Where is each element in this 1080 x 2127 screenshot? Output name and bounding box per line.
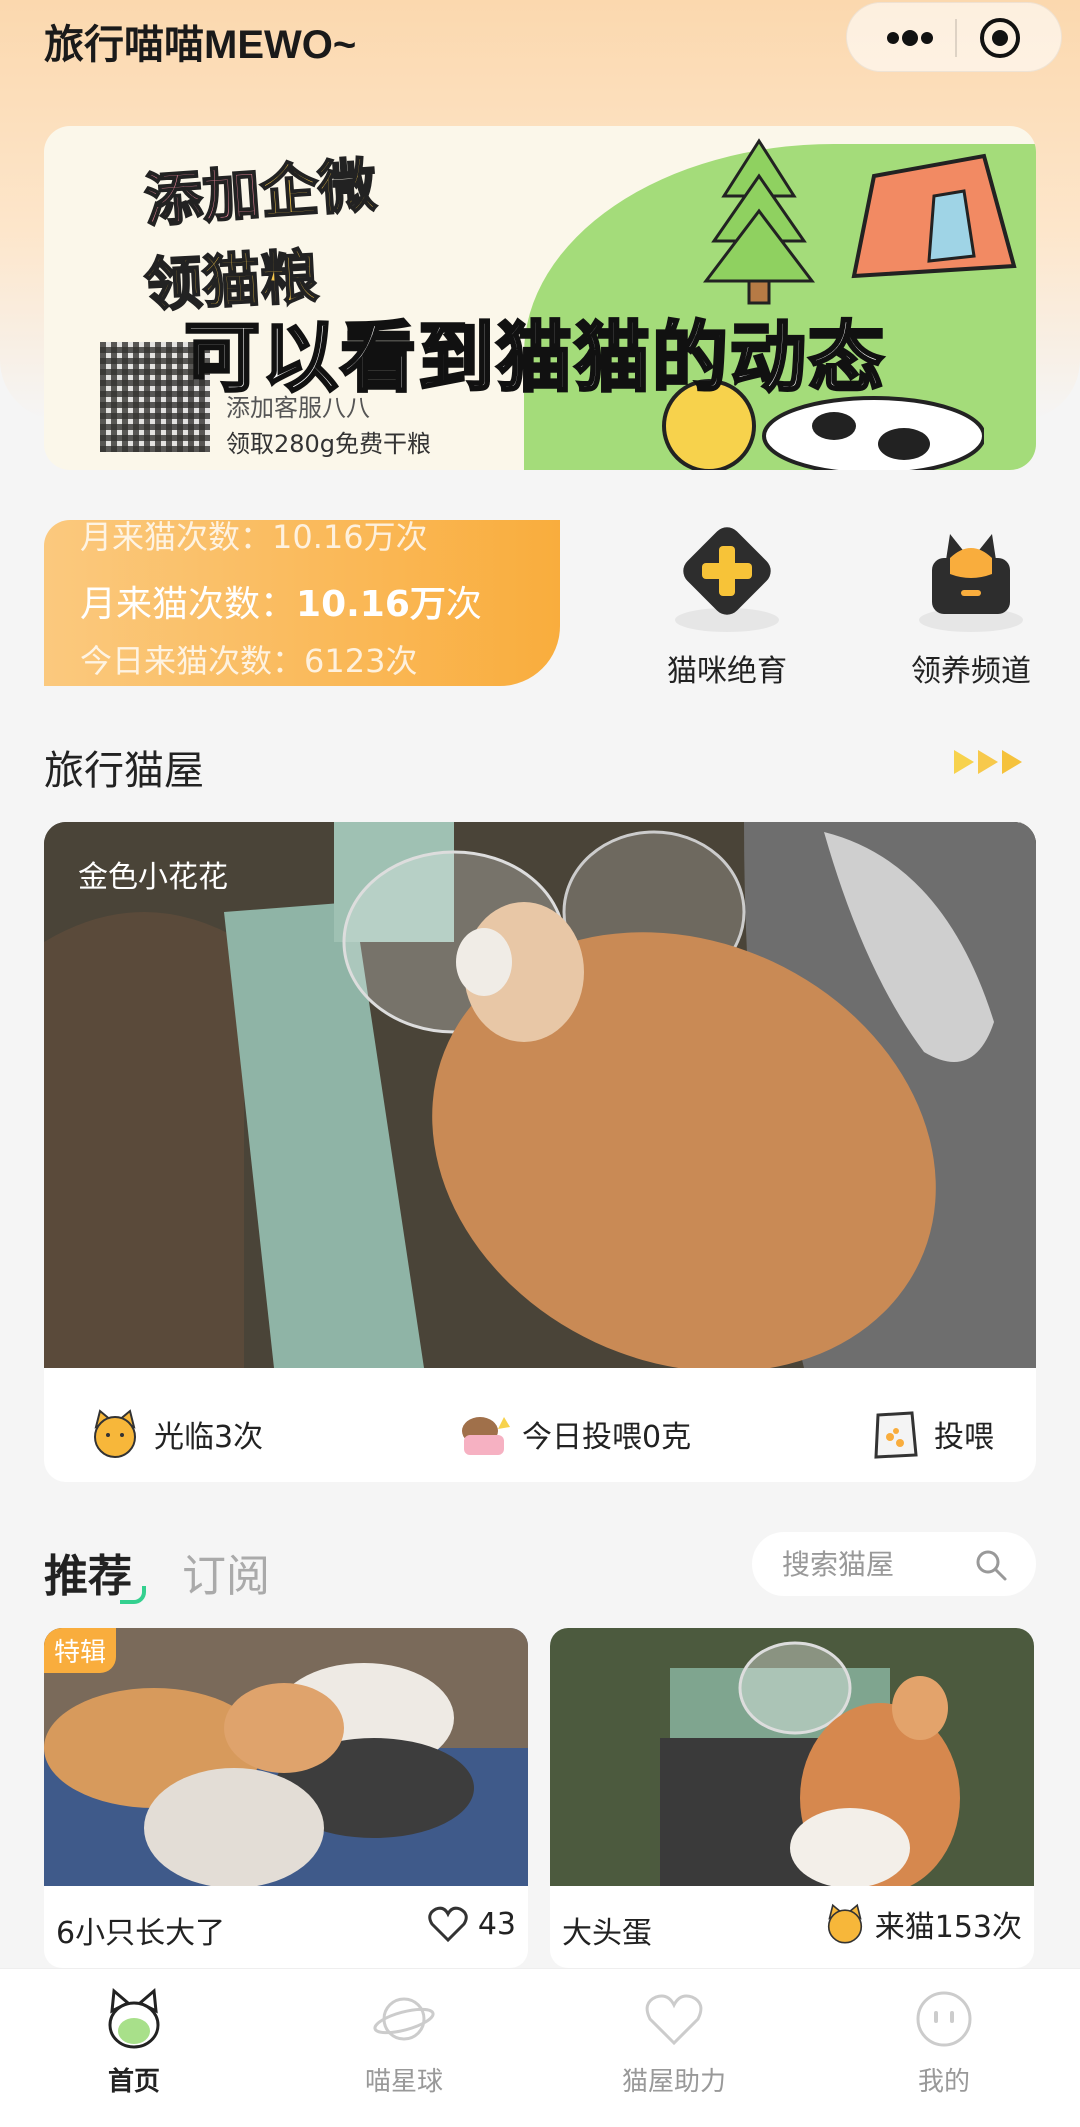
search-box[interactable]: [752, 1532, 1036, 1596]
card-likes[interactable]: 43: [426, 1902, 516, 1946]
section-title: 旅行猫屋: [44, 748, 204, 794]
visit-count: 光临3次: [88, 1404, 263, 1464]
tab-active-indicator: [120, 1586, 146, 1604]
cat-feeder-illustration: [550, 1628, 1034, 1886]
bottom-tab-bar: 首页 喵星球 猫屋助力 我的: [0, 1968, 1080, 2127]
fed-today: 今日投喂0克: [456, 1404, 691, 1464]
tab-recommend[interactable]: 推荐: [44, 1540, 132, 1604]
capsule-divider: [955, 19, 957, 57]
shortcut-adoption[interactable]: 领养频道: [886, 524, 1056, 694]
stats-current-row: 月来猫次数：10.16万次: [80, 584, 482, 625]
stats-ghost-bottom: 今日来猫次数：6123次: [80, 642, 418, 680]
card-visits: 来猫153次: [823, 1902, 1022, 1946]
camera-name: 金色小花花: [78, 860, 228, 895]
promo-banner[interactable]: 添加企微 领猫粮 添加客服八八 领取280g免费干粮 可以看到猫猫的动态: [44, 126, 1036, 470]
live-camera-card[interactable]: 金色小花花 光临3次 今日投喂0克 投喂: [44, 822, 1036, 1482]
tabbar-item-mine[interactable]: 我的: [864, 1987, 1024, 2098]
heart-icon: [428, 1906, 468, 1943]
feed-card[interactable]: 特辑 6小只长大了 43: [44, 1628, 528, 1968]
card-image: 特辑: [44, 1628, 528, 1886]
card-image: [550, 1628, 1034, 1886]
cat-face-icon: [827, 1903, 862, 1944]
stats-value: 10.16万: [296, 584, 446, 625]
feed-button[interactable]: 投喂: [868, 1404, 994, 1464]
live-video[interactable]: 金色小花花: [44, 822, 1036, 1368]
profile-face-icon: [916, 1991, 972, 2047]
close-target-icon[interactable]: [977, 15, 1023, 61]
overlay-caption: 可以看到猫猫的动态: [183, 312, 886, 404]
card-badge: 特辑: [44, 1628, 117, 1673]
food-bag-icon: [874, 1411, 918, 1459]
more-dots-icon[interactable]: [875, 15, 945, 61]
search-icon[interactable]: [974, 1548, 1008, 1582]
banner-subline-2: 领取280g免费干粮: [226, 430, 432, 458]
food-bowl-icon: [462, 1417, 510, 1455]
shortcut-label: 领养频道: [911, 654, 1031, 689]
card-title: 6小只长大了: [56, 1916, 226, 1951]
tabbar-item-planet[interactable]: 喵星球: [324, 1987, 484, 2098]
tabbar-item-support[interactable]: 猫屋助力: [594, 1987, 754, 2098]
tree-icon: [702, 138, 816, 305]
shortcut-cat-neuter[interactable]: 猫咪绝育: [642, 524, 812, 694]
mini-program-capsule: [846, 2, 1062, 72]
app-title: 旅行喵喵MEWO~: [44, 23, 357, 67]
kittens-illustration: [44, 1628, 528, 1886]
tabbar-item-home[interactable]: 首页: [54, 1987, 214, 2098]
search-input[interactable]: [782, 1544, 972, 1584]
cat-house-icon: [919, 534, 1023, 632]
heart-icon: [645, 1994, 703, 2046]
tab-subscribe[interactable]: 订阅: [182, 1540, 270, 1604]
banner-headline: 添加企微: [141, 150, 379, 236]
shortcut-label: 猫咪绝育: [667, 654, 787, 689]
cat-face-icon: [94, 1409, 136, 1458]
camera-frame-illustration: [44, 822, 1036, 1368]
feed-card[interactable]: 大头蛋 来猫153次: [550, 1628, 1034, 1968]
stats-ghost-top: 月来猫次数：10.16万次: [80, 520, 428, 556]
cat-home-icon: [108, 1987, 160, 2049]
top-bar: 旅行喵喵MEWO~: [0, 0, 1080, 100]
tent-icon: [851, 153, 1017, 279]
more-arrows-icon[interactable]: [950, 746, 1030, 778]
planet-icon: [373, 1997, 435, 2041]
plus-icon: [675, 527, 779, 632]
card-title: 大头蛋: [562, 1916, 652, 1951]
stats-ticker[interactable]: 月来猫次数：10.16万次 月来猫次数：10.16万次 今日来猫次数：6123次: [44, 520, 560, 686]
